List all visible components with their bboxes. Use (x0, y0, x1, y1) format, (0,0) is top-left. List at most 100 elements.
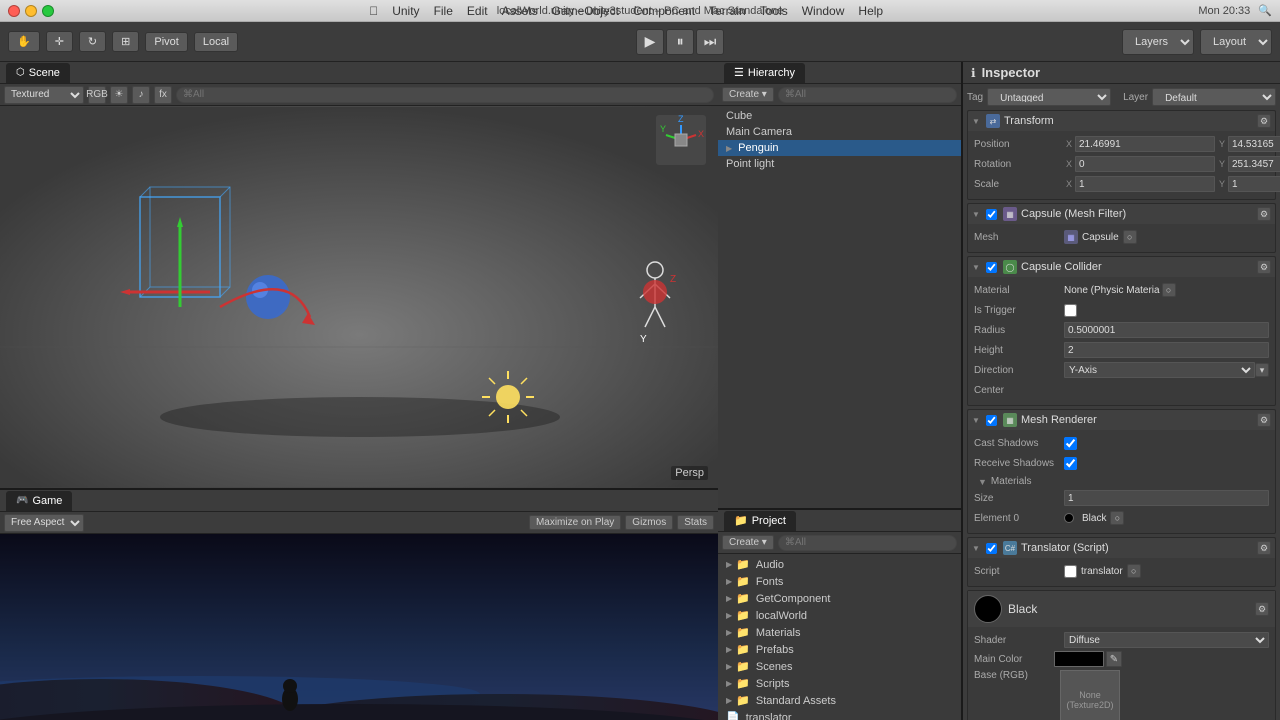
menu-window[interactable]: Window (802, 4, 845, 18)
move-tool[interactable]: ✛ (46, 31, 73, 52)
hand-tool[interactable]: ✋ (8, 31, 40, 52)
transform-header[interactable]: ▼ ⇄ Transform ⚙ (968, 111, 1275, 131)
hierarchy-item-penguin[interactable]: Penguin (718, 140, 961, 156)
play-btn[interactable]: ▶ (636, 29, 664, 55)
capsule-collider-checkbox[interactable] (986, 262, 997, 273)
scene-canvas[interactable]: Y Z X Y Z (0, 106, 718, 488)
local-btn[interactable]: Local (194, 32, 238, 52)
material-settings-btn[interactable]: ⚙ (1255, 602, 1269, 616)
project-item-localworld[interactable]: 📁localWorld (718, 607, 961, 624)
scene-tab[interactable]: ⬡ Scene (6, 63, 70, 83)
menu-apple[interactable]:  (369, 4, 378, 18)
close-btn[interactable] (8, 5, 20, 17)
project-tab[interactable]: 📁 Project (724, 511, 796, 531)
direction-expand-btn[interactable]: ▾ (1255, 363, 1269, 377)
pos-x-input[interactable] (1075, 136, 1215, 152)
hierarchy-item-cube[interactable]: Cube (718, 108, 961, 124)
direction-select[interactable]: Y-Axis (1064, 362, 1255, 378)
capsule-collider-settings-btn[interactable]: ⚙ (1257, 260, 1271, 274)
search-icon[interactable]: 🔍 (1258, 4, 1272, 17)
scale-y-input[interactable] (1228, 176, 1280, 192)
project-item-audio[interactable]: 📁Audio (718, 556, 961, 573)
game-canvas[interactable] (0, 534, 718, 720)
shader-dropdown[interactable]: Diffuse (1064, 632, 1269, 648)
game-tab[interactable]: 🎮 Game (6, 491, 72, 511)
cast-shadows-checkbox[interactable] (1064, 437, 1077, 450)
layer-dropdown[interactable]: Default (1152, 88, 1276, 106)
project-create-btn[interactable]: Create ▾ (722, 535, 774, 550)
rotate-tool[interactable]: ↻ (79, 31, 106, 52)
project-search[interactable] (778, 535, 957, 551)
gizmos-btn[interactable]: Gizmos (625, 515, 673, 530)
scale-label: Scale (974, 179, 1064, 190)
hierarchy-search[interactable] (778, 87, 957, 103)
script-checkbox[interactable] (1064, 565, 1077, 578)
project-item-getcomponent[interactable]: 📁GetComponent (718, 590, 961, 607)
project-item-materials[interactable]: 📁Materials (718, 624, 961, 641)
radius-input[interactable] (1064, 322, 1269, 338)
project-item-scenes[interactable]: 📁Scenes (718, 658, 961, 675)
maximize-btn[interactable] (42, 5, 54, 17)
project-item-prefabs[interactable]: 📁Prefabs (718, 641, 961, 658)
materials-size-input[interactable] (1064, 490, 1269, 506)
pivot-btn[interactable]: Pivot (145, 32, 187, 52)
scene-light-btn[interactable]: ☀ (110, 86, 128, 104)
project-item-standard-assets[interactable]: 📁Standard Assets (718, 692, 961, 709)
layers-dropdown[interactable]: Layers (1122, 29, 1194, 55)
rot-x-input[interactable] (1075, 156, 1215, 172)
receive-shadows-checkbox[interactable] (1064, 457, 1077, 470)
mesh-filter-settings-btn[interactable]: ⚙ (1257, 207, 1271, 221)
translator-settings-btn[interactable]: ⚙ (1257, 541, 1271, 555)
height-input[interactable] (1064, 342, 1269, 358)
scene-rgb-btn[interactable]: RGB (88, 86, 106, 104)
project-item-translator[interactable]: 📄translator (718, 709, 961, 720)
menu-edit[interactable]: Edit (467, 4, 488, 18)
mesh-renderer-settings-btn[interactable]: ⚙ (1257, 413, 1271, 427)
hierarchy-item-main-camera[interactable]: Main Camera (718, 124, 961, 140)
stats-btn[interactable]: Stats (677, 515, 714, 530)
scale-x-input[interactable] (1075, 176, 1215, 192)
mesh-filter-checkbox[interactable] (986, 209, 997, 220)
hierarchy-item-point-light[interactable]: Point light (718, 156, 961, 172)
menu-help[interactable]: Help (858, 4, 883, 18)
layout-dropdown[interactable]: Layout (1200, 29, 1272, 55)
main-color-swatch[interactable] (1054, 651, 1104, 667)
pause-btn[interactable]: ⏸ (666, 29, 694, 55)
mesh-renderer-checkbox[interactable] (986, 415, 997, 426)
step-btn[interactable]: ⏭ (696, 29, 724, 55)
script-select-btn[interactable]: ○ (1127, 564, 1141, 578)
element0-select-btn[interactable]: ○ (1110, 511, 1124, 525)
scene-search[interactable] (176, 87, 714, 103)
mesh-select-btn[interactable]: ○ (1123, 230, 1137, 244)
project-item-fonts[interactable]: 📁Fonts (718, 573, 961, 590)
project-item-scripts[interactable]: 📁Scripts (718, 675, 961, 692)
rot-y-input[interactable] (1228, 156, 1280, 172)
material-select-btn[interactable]: ○ (1162, 283, 1176, 297)
is-trigger-checkbox[interactable] (1064, 304, 1077, 317)
system-status: Mon 20:33 🔍 (1198, 4, 1272, 17)
tag-dropdown[interactable]: Untagged (987, 88, 1111, 106)
pos-y-input[interactable] (1228, 136, 1280, 152)
mesh-renderer-header[interactable]: ▼ ▦ Mesh Renderer ⚙ (968, 410, 1275, 430)
aspect-dropdown[interactable]: Free Aspect (4, 514, 84, 532)
menu-file[interactable]: File (434, 4, 453, 18)
scene-audio-btn[interactable]: ♪ (132, 86, 150, 104)
minimize-btn[interactable] (25, 5, 37, 17)
color-edit-btn[interactable]: ✎ (1106, 651, 1122, 667)
scale-tool[interactable]: ⊞ (112, 31, 139, 52)
transform-settings-btn[interactable]: ⚙ (1257, 114, 1271, 128)
svg-text:Y: Y (660, 124, 666, 134)
mesh-filter-header[interactable]: ▼ ▦ Capsule (Mesh Filter) ⚙ (968, 204, 1275, 224)
material-header[interactable]: Black ⚙ (968, 591, 1275, 627)
maximize-on-play-btn[interactable]: Maximize on Play (529, 515, 621, 530)
shading-dropdown[interactable]: Textured (4, 86, 84, 104)
texture-preview[interactable]: None (Texture2D) (1060, 670, 1120, 720)
translator-header[interactable]: ▼ C# Translator (Script) ⚙ (968, 538, 1275, 558)
translator-checkbox[interactable] (986, 543, 997, 554)
hierarchy-tab[interactable]: ☰ Hierarchy (724, 63, 805, 83)
materials-header[interactable]: ▼ Materials (974, 474, 1269, 489)
menu-unity[interactable]: Unity (392, 4, 419, 18)
capsule-collider-header[interactable]: ▼ ◯ Capsule Collider ⚙ (968, 257, 1275, 277)
scene-fx-btn[interactable]: fx (154, 86, 172, 104)
hierarchy-create-btn[interactable]: Create ▾ (722, 87, 774, 102)
